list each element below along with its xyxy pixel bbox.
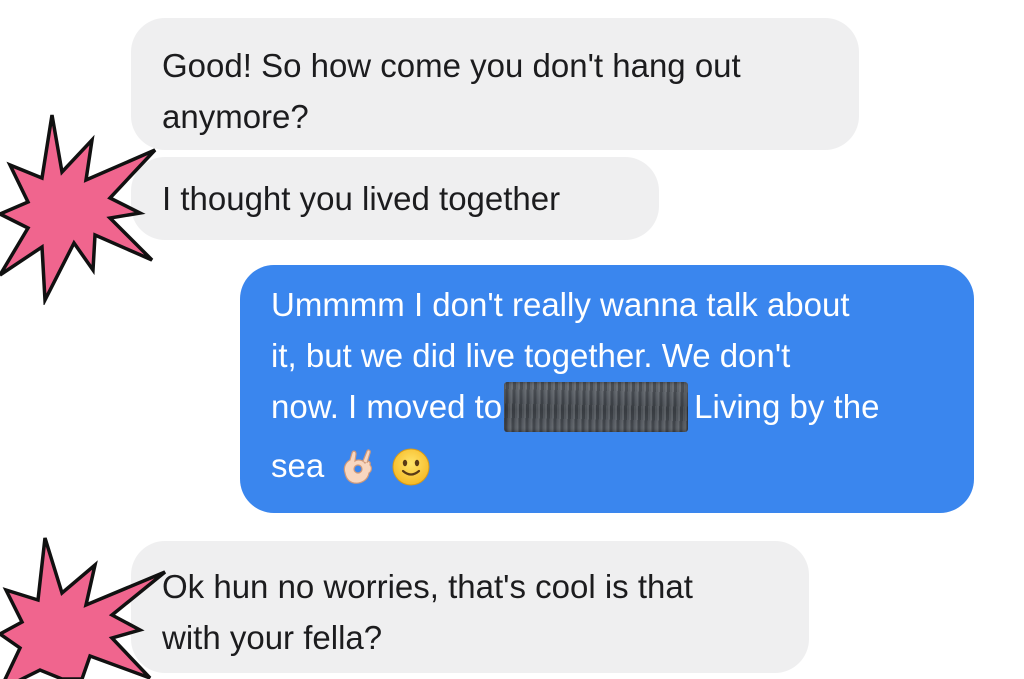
message-text-line: I thought you lived together [162, 180, 561, 217]
message-bubble-outgoing-1[interactable]: Ummmm I don't really wanna talk about it… [240, 265, 974, 513]
slightly-smiling-face-emoji-icon [392, 448, 430, 486]
message-bubble-incoming-3[interactable]: Ok hun no worries, that's cool is that w… [131, 541, 809, 673]
redacted-location-block [504, 382, 689, 432]
message-text-line: anymore? [162, 98, 309, 135]
message-bubble-incoming-1[interactable]: Good! So how come you don't hang out any… [131, 18, 859, 150]
message-text-fragment: sea [271, 447, 325, 484]
starburst-shape [0, 537, 167, 679]
ok-hand-emoji-icon [344, 449, 373, 484]
message-bubble-incoming-2[interactable]: I thought you lived together [131, 157, 659, 240]
pink-starburst-icon [0, 537, 167, 679]
message-text-line-with-emoji: sea [271, 440, 974, 491]
message-text-line: Good! So how come you don't hang out [162, 47, 741, 84]
message-text-line: it, but we did live together. We don't [271, 337, 791, 374]
pink-starburst-icon [0, 114, 157, 305]
message-text-fragment: Living by the [694, 388, 880, 425]
message-text-line: with your fella? [162, 619, 383, 656]
starburst-shape [0, 114, 157, 305]
message-text-line-with-redaction: now. I moved to Living by the [271, 381, 974, 432]
message-text-line: Ummmm I don't really wanna talk about [271, 286, 850, 323]
message-text-fragment: now. I moved to [271, 388, 503, 425]
message-text-line: Ok hun no worries, that's cool is that [162, 568, 693, 605]
